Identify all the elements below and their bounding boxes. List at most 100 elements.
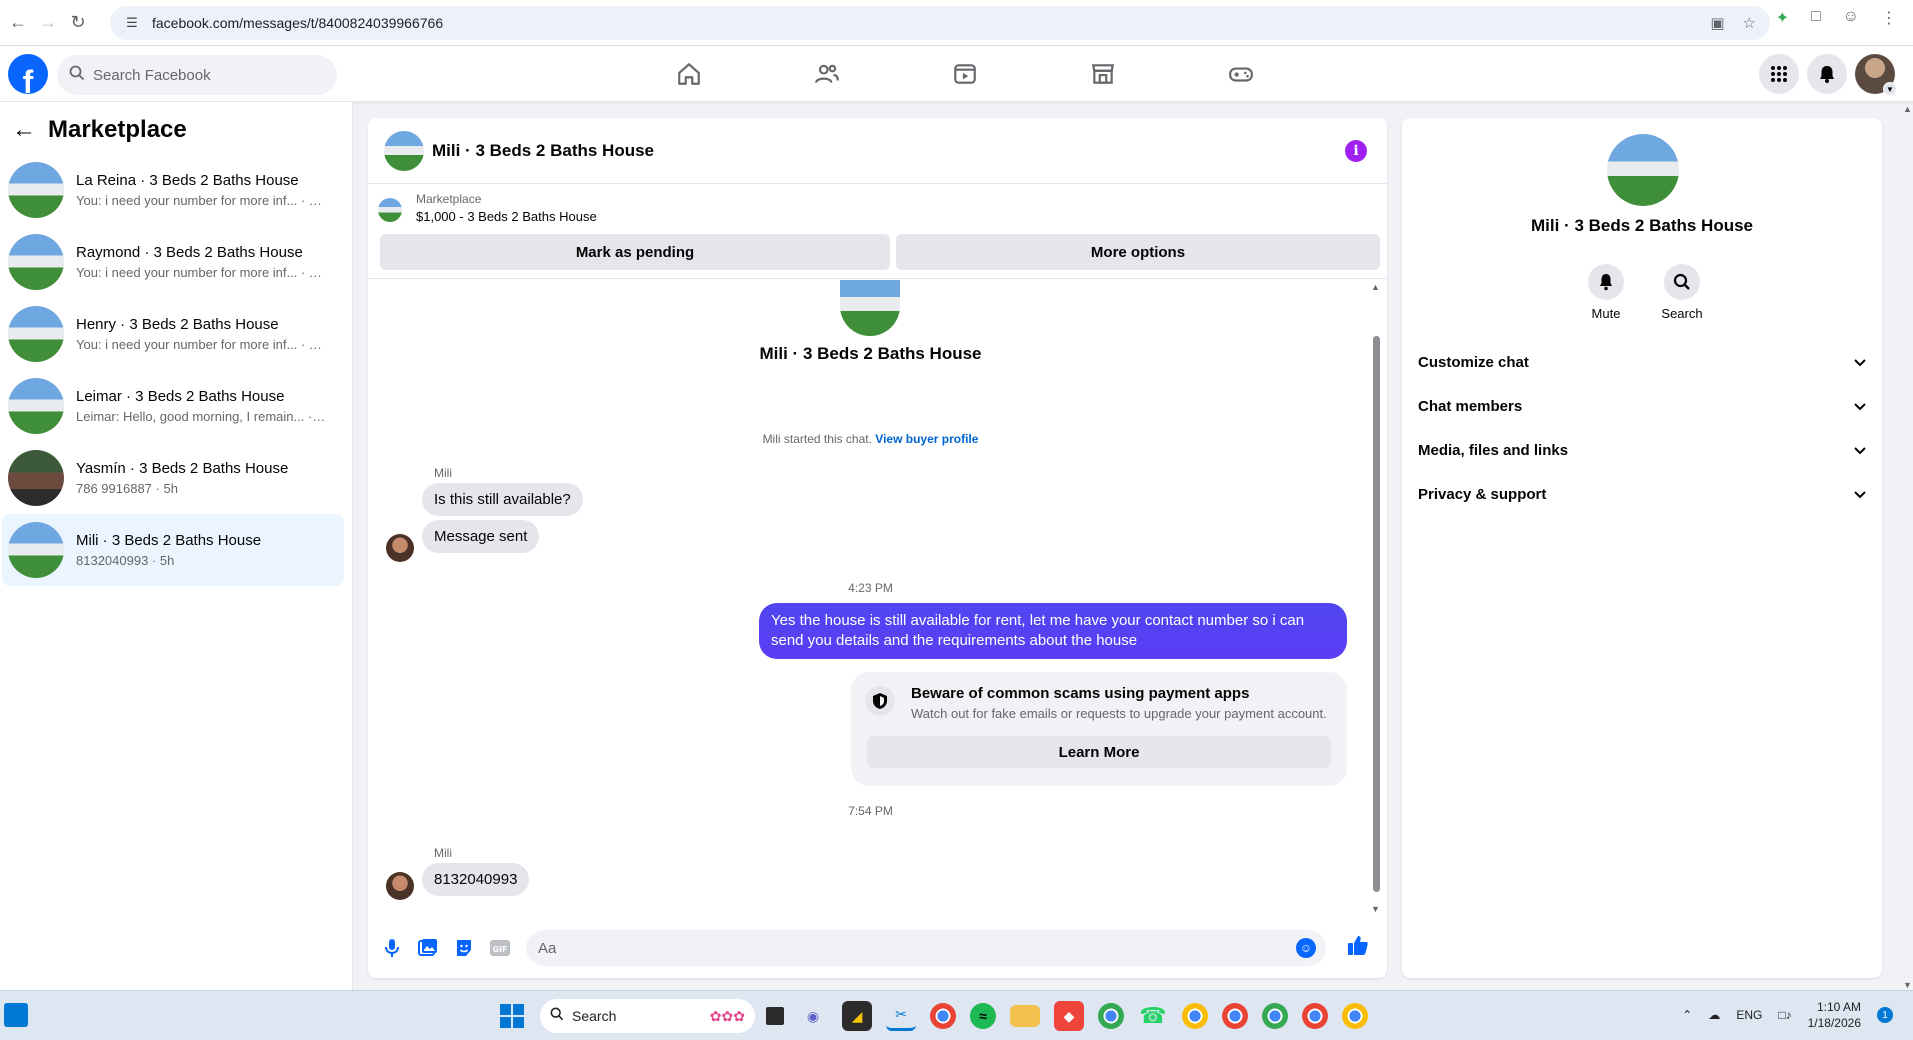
snipping-tool-icon[interactable]: ✂ xyxy=(886,1001,916,1031)
whatsapp-icon[interactable]: ☎ xyxy=(1138,1001,1168,1031)
conversation-preview: Leimar: Hello, good morning, I remain...… xyxy=(76,409,326,424)
language-indicator[interactable]: ENG xyxy=(1736,1008,1762,1022)
chrome-profile-icon[interactable] xyxy=(1222,1003,1248,1029)
outgoing-message[interactable]: Yes the house is still available for ren… xyxy=(759,603,1347,659)
anydesk-icon[interactable]: ◆ xyxy=(1054,1001,1084,1031)
chrome-profile-icon[interactable] xyxy=(1098,1003,1124,1029)
gaming-icon[interactable] xyxy=(1172,46,1310,102)
incoming-message[interactable]: Is this still available? xyxy=(422,483,583,516)
task-view-icon[interactable] xyxy=(766,1007,784,1025)
mark-as-pending-button[interactable]: Mark as pending xyxy=(380,234,890,270)
video-icon[interactable] xyxy=(896,46,1034,102)
scroll-up-arrow-icon[interactable]: ▲ xyxy=(1903,104,1912,114)
privacy-support-section[interactable]: Privacy & support xyxy=(1402,472,1882,516)
chrome-profile-icon[interactable] xyxy=(1342,1003,1368,1029)
chrome-profile-icon[interactable] xyxy=(1302,1003,1328,1029)
account-avatar[interactable]: ▼ xyxy=(1855,54,1897,96)
widgets-icon[interactable] xyxy=(4,1003,28,1027)
start-menu-icon[interactable] xyxy=(500,1004,524,1028)
scam-warning-card: Beware of common scams using payment app… xyxy=(851,672,1347,786)
search-icon xyxy=(69,65,85,85)
conversation-item-active[interactable]: Mili · 3 Beds 2 Baths House 8132040993 ·… xyxy=(2,514,344,586)
info-icon[interactable]: i xyxy=(1345,140,1367,162)
chat-members-section[interactable]: Chat members xyxy=(1402,384,1882,428)
facebook-search[interactable] xyxy=(57,55,337,95)
listing-price-title: $1,000 - 3 Beds 2 Baths House xyxy=(416,209,597,224)
emoji-icon[interactable]: ☺ xyxy=(1296,938,1316,958)
extensions-puzzle-icon[interactable]: □ xyxy=(1811,8,1821,28)
view-buyer-profile-link[interactable]: View buyer profile xyxy=(875,432,978,446)
chevron-up-icon[interactable]: ⌃ xyxy=(1682,1008,1692,1022)
browser-menu-icon[interactable]: ⋮ xyxy=(1881,8,1897,28)
sticker-icon[interactable] xyxy=(452,936,476,960)
sticky-notes-icon[interactable]: ◢ xyxy=(842,1001,872,1031)
scroll-up-arrow-icon[interactable]: ▲ xyxy=(1371,282,1380,292)
notification-badge[interactable]: 1 xyxy=(1877,1007,1893,1023)
listing-info[interactable]: Marketplace $1,000 - 3 Beds 2 Baths Hous… xyxy=(378,192,597,224)
address-bar[interactable]: ☰ facebook.com/messages/t/84008240399667… xyxy=(110,6,1770,40)
chevron-down-icon xyxy=(1854,354,1866,370)
scroll-down-arrow-icon[interactable]: ▼ xyxy=(1903,980,1912,990)
back-arrow-icon[interactable]: ← xyxy=(3,8,33,38)
scrollbar-thumb[interactable] xyxy=(1373,336,1380,892)
spotify-icon[interactable]: ≈ xyxy=(970,1003,996,1029)
clock[interactable]: 1:10 AM 1/18/2026 xyxy=(1808,999,1861,1031)
tulips-icon: ✿✿✿ xyxy=(709,1007,745,1024)
conversation-item[interactable]: Henry · 3 Beds 2 Baths House You: i need… xyxy=(2,298,344,370)
teams-meet-icon[interactable]: ◉ xyxy=(798,1001,828,1031)
sender-avatar[interactable] xyxy=(386,872,414,900)
gemini-sparkle-icon[interactable]: ✦ xyxy=(1776,8,1789,28)
mute-button[interactable]: Mute xyxy=(1586,264,1626,321)
shield-icon xyxy=(865,686,895,716)
conversation-sidebar: ← Marketplace La Reina · 3 Beds 2 Baths … xyxy=(0,102,353,990)
page-scrollbar[interactable]: ▲ ▼ xyxy=(1901,102,1913,990)
back-arrow-icon[interactable]: ← xyxy=(12,116,40,144)
chrome-profile-icon[interactable] xyxy=(1182,1003,1208,1029)
reload-icon[interactable]: ↻ xyxy=(63,8,93,38)
search-input[interactable] xyxy=(93,66,313,84)
taskbar-search[interactable]: Search ✿✿✿ xyxy=(540,999,755,1033)
scroll-down-arrow-icon[interactable]: ▼ xyxy=(1371,904,1380,914)
photo-icon[interactable] xyxy=(416,936,440,960)
chat-started-notice: Mili started this chat. View buyer profi… xyxy=(762,432,979,446)
friends-icon[interactable] xyxy=(758,46,896,102)
thumbs-up-icon[interactable] xyxy=(1347,934,1369,961)
more-options-button[interactable]: More options xyxy=(896,234,1380,270)
main-nav xyxy=(620,46,1310,102)
chat-title[interactable]: Mili · 3 Beds 2 Baths House xyxy=(432,141,654,161)
conversation-name: Mili · 3 Beds 2 Baths House xyxy=(76,532,262,549)
forward-arrow-icon[interactable]: → xyxy=(33,8,63,38)
info-listing-thumbnail[interactable] xyxy=(1607,134,1679,206)
message-scrollbar[interactable]: ▲ ▼ xyxy=(1371,282,1381,914)
conversation-item[interactable]: Yasmín · 3 Beds 2 Baths House 786 991688… xyxy=(2,442,344,514)
network-off-icon[interactable]: ☁ xyxy=(1708,1008,1720,1022)
incoming-message[interactable]: Message sent xyxy=(422,520,540,553)
volume-icon[interactable]: □♪ xyxy=(1778,1008,1791,1022)
sender-avatar[interactable] xyxy=(386,534,414,562)
learn-more-button[interactable]: Learn More xyxy=(867,736,1331,768)
home-icon[interactable] xyxy=(620,46,758,102)
install-app-icon[interactable]: ▣ xyxy=(1710,14,1724,32)
notifications-bell-icon[interactable] xyxy=(1807,54,1847,94)
media-files-links-section[interactable]: Media, files and links xyxy=(1402,428,1882,472)
chrome-profile-icon[interactable] xyxy=(1262,1003,1288,1029)
site-settings-icon[interactable]: ☰ xyxy=(122,15,142,31)
chat-listing-thumbnail[interactable] xyxy=(384,130,424,171)
facebook-logo[interactable]: f xyxy=(8,54,48,94)
gif-icon[interactable]: GIF xyxy=(488,936,512,960)
marketplace-icon[interactable] xyxy=(1034,46,1172,102)
customize-chat-section[interactable]: Customize chat xyxy=(1402,340,1882,384)
conversation-preview: 8132040993 · 5h xyxy=(76,553,175,568)
search-in-chat-button[interactable]: Search xyxy=(1661,264,1703,321)
conversation-item[interactable]: Raymond · 3 Beds 2 Baths House You: i ne… xyxy=(2,226,344,298)
menu-grid-icon[interactable] xyxy=(1759,54,1799,94)
profile-icon[interactable]: ☺ xyxy=(1843,8,1859,28)
chrome-icon[interactable] xyxy=(930,1003,956,1029)
bookmark-star-icon[interactable]: ☆ xyxy=(1743,14,1756,32)
file-explorer-icon[interactable] xyxy=(1010,1005,1040,1027)
incoming-message[interactable]: 8132040993 xyxy=(422,863,530,896)
microphone-icon[interactable] xyxy=(380,936,404,960)
conversation-item[interactable]: Leimar · 3 Beds 2 Baths House Leimar: He… xyxy=(2,370,344,442)
conversation-item[interactable]: La Reina · 3 Beds 2 Baths House You: i n… xyxy=(2,154,344,226)
message-input[interactable] xyxy=(538,939,1278,957)
